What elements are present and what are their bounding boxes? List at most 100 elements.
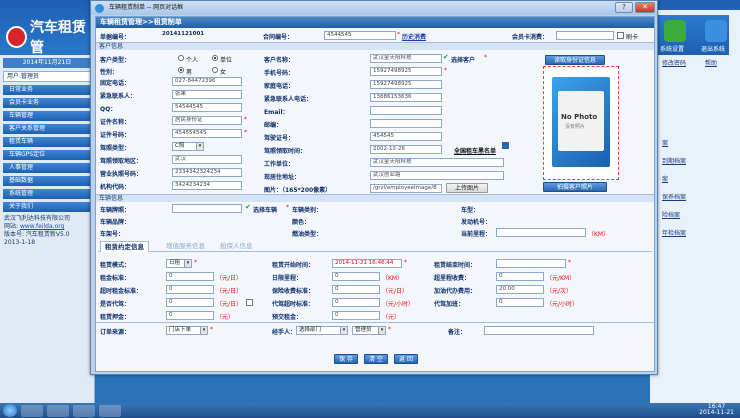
tab-value-added[interactable]: 增值服务信息 <box>162 241 209 252</box>
taskbar-app-3[interactable] <box>73 404 95 417</box>
tab-bar: 租赁约定信息 增值服务信息 担保人信息 <box>98 240 652 252</box>
swipe-card-checkbox[interactable] <box>617 32 624 39</box>
start-time-input[interactable]: 2014-11-21 16:46:44 <box>332 259 402 268</box>
contract-no-input[interactable]: 4544545 <box>324 31 396 40</box>
deposit-input[interactable]: 0 <box>166 311 214 320</box>
over-time-rent-input[interactable]: 0 <box>166 285 214 294</box>
taskbar-app-2[interactable] <box>47 404 69 417</box>
external-link-icon[interactable] <box>501 141 510 150</box>
select-customer-button[interactable]: 选择客户 <box>451 55 475 64</box>
menu-basic-data[interactable]: 基础数据 <box>3 176 91 186</box>
driver-overtime-input[interactable]: 0 <box>332 298 380 307</box>
remark-input[interactable] <box>484 326 594 335</box>
right-item-2[interactable]: 到期档案 <box>662 156 686 165</box>
start-button[interactable] <box>3 404 17 417</box>
taskbar-app-4[interactable] <box>99 404 121 417</box>
help-window-button[interactable]: ? <box>615 2 633 13</box>
dialog-content: 车辆租赁管理>>租赁制单 单据编号： 20141121001 合同编号： 454… <box>95 16 655 372</box>
order-source-select[interactable]: 门店下单 ▾ <box>166 326 208 335</box>
home-phone-input[interactable]: 15927498925 <box>370 80 442 89</box>
right-item-1[interactable]: 案 <box>662 138 668 147</box>
save-button[interactable]: 保 存 <box>334 354 358 364</box>
divider <box>96 322 654 323</box>
menu-member-card[interactable]: 会员卡业务 <box>3 98 91 108</box>
handler-select[interactable]: 管理员 ▾ <box>352 326 386 335</box>
clear-button[interactable]: 清 空 <box>364 354 388 364</box>
tab-rental-terms[interactable]: 租赁约定信息 <box>100 241 149 252</box>
day-limit-input[interactable]: 0 <box>332 272 380 281</box>
cust-type-company-radio[interactable] <box>212 55 218 61</box>
exit-icon[interactable] <box>705 20 727 42</box>
driver-checkbox[interactable] <box>246 299 253 306</box>
read-id-card-button[interactable]: 读取身份证信息 <box>545 55 605 65</box>
rent-std-input[interactable]: 0 <box>166 272 214 281</box>
exit-system-label[interactable]: 退出系统 <box>701 44 725 53</box>
driver-extra-input[interactable]: 0 <box>496 298 544 307</box>
license-type-select[interactable]: C照 ▾ <box>172 142 204 151</box>
qq-input[interactable]: 54544545 <box>172 103 242 112</box>
page-title: 车辆租赁管理>>租赁制单 <box>96 17 654 28</box>
help-link[interactable]: 帮助 <box>705 58 717 67</box>
department-select[interactable]: 选择部门 ▾ <box>296 326 348 335</box>
right-item-4[interactable]: 保养档案 <box>662 192 686 201</box>
phone-input[interactable]: 027-84472396 <box>172 77 242 86</box>
pre-rent-input[interactable]: 0 <box>332 311 380 320</box>
right-item-3[interactable]: 案 <box>662 174 668 183</box>
gender-male-radio[interactable] <box>178 67 184 73</box>
plate-input[interactable] <box>172 204 242 213</box>
capture-photo-button[interactable]: 拍摄客户照片 <box>543 182 607 192</box>
back-button[interactable]: 返 回 <box>394 354 418 364</box>
select-vehicle-button[interactable]: 选择车辆 <box>253 205 277 214</box>
business-license-input[interactable]: 2334342324234 <box>172 168 242 177</box>
id-no-input[interactable]: 454554545 <box>172 129 242 138</box>
work-unit-input[interactable]: 武汉金天阳科技 <box>370 158 504 167</box>
photo-frame: No Photo 没有照片 <box>543 66 619 180</box>
system-settings-label[interactable]: 系统设置 <box>660 44 684 53</box>
right-item-5[interactable]: 险档案 <box>662 210 680 219</box>
cust-type-personal-radio[interactable] <box>178 55 184 61</box>
history-link[interactable]: 历史消费 <box>402 32 426 41</box>
license-date-input[interactable]: 2002-12-26 <box>370 145 442 154</box>
license-place-input[interactable]: 武汉 <box>172 155 242 164</box>
emergency-phone-input[interactable]: 13886153636 <box>370 93 442 102</box>
chevron-down-icon: ▾ <box>200 327 207 334</box>
upload-photo-button[interactable]: 上传图片 <box>446 183 488 193</box>
menu-crm[interactable]: 客户关系管理 <box>3 124 91 134</box>
ie-icon <box>95 4 104 13</box>
tab-guarantor[interactable]: 担保人信息 <box>216 241 257 252</box>
org-code-input[interactable]: 3424234234 <box>172 181 242 190</box>
email-input[interactable] <box>370 106 442 115</box>
website-link[interactable]: www.feilda.org <box>20 223 64 230</box>
close-window-button[interactable]: ✕ <box>635 2 655 13</box>
photo-path-input[interactable]: /grzl/employeeImage/8 <box>370 184 442 193</box>
right-item-6[interactable]: 年检档案 <box>662 228 686 237</box>
blacklist-link[interactable]: 全国租车黑名单 <box>454 146 496 155</box>
over-mileage-input[interactable]: 0 <box>496 272 544 281</box>
no-photo-image: No Photo 没有照片 <box>552 77 610 167</box>
fuel-fee-input[interactable]: 20.00 <box>496 285 544 294</box>
current-mileage-input[interactable] <box>496 228 586 237</box>
rent-mode-select[interactable]: 日租 ▾ <box>166 259 192 268</box>
customer-name-input[interactable]: 武汉金天阳科技 <box>370 54 442 63</box>
menu-rental[interactable]: 租赁车辆 <box>3 137 91 147</box>
settings-icon[interactable] <box>664 20 686 42</box>
change-password-link[interactable]: 修改密码 <box>662 58 686 67</box>
menu-system[interactable]: 系统管理 <box>3 189 91 199</box>
taskbar-app-1[interactable] <box>21 404 43 417</box>
menu-hr[interactable]: 人事管理 <box>3 163 91 173</box>
member-card-input[interactable] <box>556 31 614 40</box>
mobile-input[interactable]: 15927498925 <box>370 67 442 76</box>
menu-gps[interactable]: 车辆GPS定位 <box>3 150 91 160</box>
menu-vehicle[interactable]: 车辆管理 <box>3 111 91 121</box>
menu-about[interactable]: 关于我们 <box>3 202 91 212</box>
license-no-input[interactable]: 454545 <box>370 132 442 141</box>
zip-input[interactable] <box>370 119 442 128</box>
emergency-contact-input[interactable]: 张果 <box>172 90 242 99</box>
end-time-input[interactable] <box>496 259 566 268</box>
menu-daily[interactable]: 日常业务 <box>3 85 91 95</box>
driver-input[interactable]: 0 <box>166 298 214 307</box>
gender-female-radio[interactable] <box>212 67 218 73</box>
id-name-input[interactable]: 居民身份证 <box>172 116 242 125</box>
insurance-input[interactable]: 0 <box>332 285 380 294</box>
address-input[interactable]: 武汉创业路 <box>370 171 504 180</box>
